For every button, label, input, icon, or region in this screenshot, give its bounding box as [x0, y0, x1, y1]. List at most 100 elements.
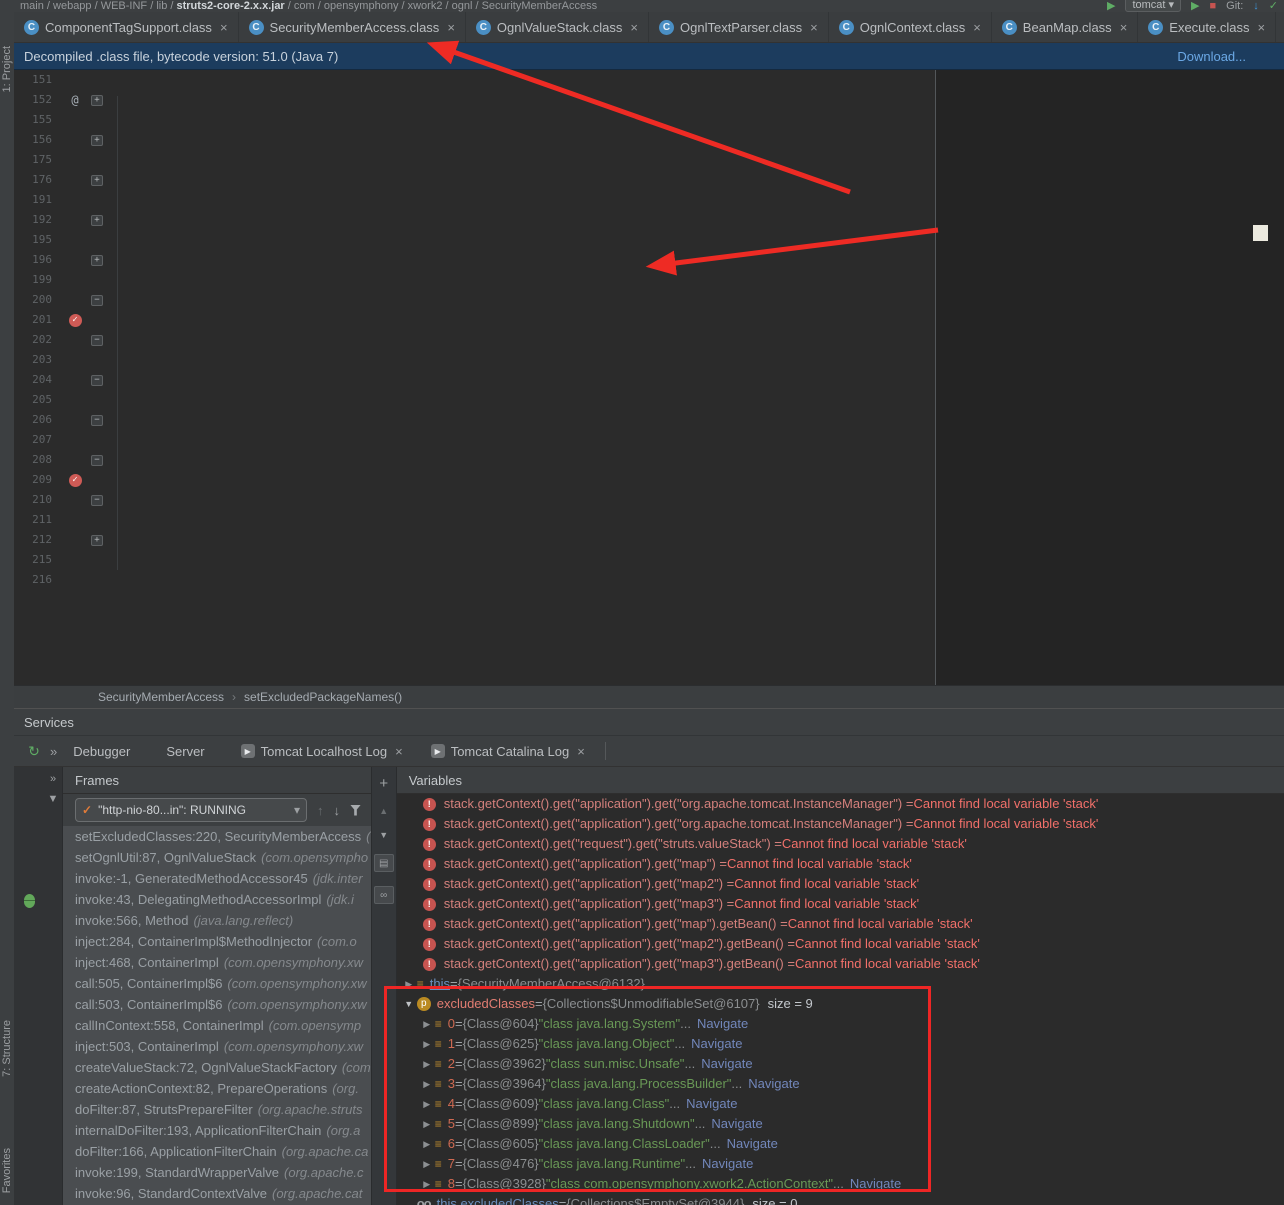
frame-row[interactable]: createActionContext:82, PrepareOperation…	[63, 1078, 371, 1099]
breakpoint-gutter-icon[interactable]	[62, 510, 88, 530]
tab-close-icon[interactable]: ×	[447, 20, 455, 35]
code-line[interactable]: 152	[14, 90, 1284, 110]
services-tab[interactable]: ▶ Tomcat Localhost Log ×	[229, 736, 415, 766]
code-text[interactable]	[106, 150, 1284, 170]
collection-item-row[interactable]: ▶ ≡ 6 = {Class@605} "class java.lang.Cla…	[397, 1134, 1284, 1154]
frame-row[interactable]: call:503, ContainerImpl$6 (com.opensympho…	[63, 994, 371, 1015]
code-line[interactable]: 205	[14, 390, 1284, 410]
code-line[interactable]: 199	[14, 270, 1284, 290]
code-line[interactable]: 151	[14, 70, 1284, 90]
code-text[interactable]	[106, 250, 1284, 270]
fold-marker-icon[interactable]	[88, 170, 106, 190]
line-number[interactable]: 156	[14, 130, 62, 150]
watch-error-row[interactable]: ! stack.getContext().get("application").…	[397, 914, 1284, 934]
tab-close-icon[interactable]: ×	[630, 20, 638, 35]
collapse-icon[interactable]: ▼	[48, 793, 59, 805]
code-text[interactable]	[106, 510, 1284, 530]
line-number[interactable]: 211	[14, 510, 62, 530]
collection-item-row[interactable]: ▶ ≡ 5 = {Class@899} "class java.lang.Shu…	[397, 1114, 1284, 1134]
line-number[interactable]: 196	[14, 250, 62, 270]
code-line[interactable]: 176	[14, 170, 1284, 190]
frame-row[interactable]: doFilter:166, ApplicationFilterChain (org…	[63, 1141, 371, 1162]
breakpoint-gutter-icon[interactable]	[62, 490, 88, 510]
breadcrumb[interactable]: main / webapp / WEB-INF / lib / struts2-…	[20, 0, 597, 12]
collection-item-row[interactable]: ▶ ≡ 3 = {Class@3964} "class java.lang.Pr…	[397, 1074, 1284, 1094]
breakpoint-gutter-icon[interactable]	[62, 70, 88, 90]
watch-error-row[interactable]: ! stack.getContext().get("application").…	[397, 874, 1284, 894]
code-text[interactable]	[106, 210, 1284, 230]
line-number[interactable]: 207	[14, 430, 62, 450]
tab-close-icon[interactable]: ×	[220, 20, 228, 35]
breakpoint-gutter-icon[interactable]	[62, 410, 88, 430]
line-number[interactable]: 175	[14, 150, 62, 170]
expand-arrow-icon[interactable]: ▶	[419, 1154, 435, 1174]
breakpoint-gutter-icon[interactable]	[62, 90, 88, 110]
editor-tab[interactable]: C BeanMap.class ×	[992, 12, 1139, 42]
code-line[interactable]: 210	[14, 490, 1284, 510]
code-line[interactable]: 155	[14, 110, 1284, 130]
code-text[interactable]	[106, 70, 1284, 90]
editor-tab[interactable]: C OgnlContext.class ×	[829, 12, 992, 42]
tool-window-button-project[interactable]: 1: Project	[1, 46, 13, 92]
line-number[interactable]: 215	[14, 550, 62, 570]
tab-close-icon[interactable]: ×	[810, 20, 818, 35]
frame-row[interactable]: doFilter:87, StrutsPrepareFilter (org.apa…	[63, 1099, 371, 1120]
navigate-link[interactable]: Navigate	[702, 1154, 753, 1174]
line-number[interactable]: 192	[14, 210, 62, 230]
navigate-link[interactable]: Navigate	[727, 1134, 778, 1154]
this-variable-row[interactable]: ▶ ≡ this = {SecurityMemberAccess@6132}	[397, 974, 1284, 994]
code-text[interactable]	[106, 490, 1284, 510]
line-number[interactable]: 195	[14, 230, 62, 250]
run-config-selector[interactable]: tomcat ▾	[1125, 0, 1182, 12]
code-text[interactable]	[106, 190, 1284, 210]
code-text[interactable]	[106, 290, 1284, 310]
editor-tab[interactable]: C OgnlValueStack.class ×	[466, 12, 649, 42]
breakpoint-gutter-icon[interactable]	[62, 370, 88, 390]
code-line[interactable]: 201	[14, 310, 1284, 330]
watch-error-row[interactable]: ! stack.getContext().get("application").…	[397, 954, 1284, 974]
breakpoint-gutter-icon[interactable]	[62, 250, 88, 270]
frame-row[interactable]: call:505, ContainerImpl$6 (com.opensympho…	[63, 973, 371, 994]
code-text[interactable]	[106, 410, 1284, 430]
services-tab[interactable]: ▶ Tomcat Catalina Log ×	[419, 736, 597, 766]
code-text[interactable]	[106, 390, 1284, 410]
line-number[interactable]: 202	[14, 330, 62, 350]
breakpoint-gutter-icon[interactable]	[62, 470, 88, 490]
next-frame-icon[interactable]: ↓	[334, 803, 341, 818]
breakpoint-gutter-icon[interactable]	[62, 170, 88, 190]
code-line[interactable]: 204	[14, 370, 1284, 390]
code-editor[interactable]: 151 152 155 156 175	[14, 70, 1284, 685]
watch-error-row[interactable]: ! stack.getContext().get("application").…	[397, 854, 1284, 874]
code-line[interactable]: 196	[14, 250, 1284, 270]
frame-row[interactable]: invoke:96, StandardContextValve (org.apac…	[63, 1183, 371, 1204]
code-line[interactable]: 200	[14, 290, 1284, 310]
collapse-arrow-icon[interactable]: ▼	[401, 994, 417, 1014]
code-text[interactable]	[106, 310, 1284, 330]
download-sources-link[interactable]: Download...	[1177, 49, 1246, 64]
scroll-up-icon[interactable]: ▲	[379, 806, 388, 816]
line-number[interactable]: 200	[14, 290, 62, 310]
watches-glasses-icon[interactable]: ∞	[373, 886, 394, 904]
fold-marker-icon[interactable]	[88, 530, 106, 550]
frame-row[interactable]: inject:468, ContainerImpl (com.opensympho…	[63, 952, 371, 973]
frame-row[interactable]: inject:503, ContainerImpl (com.opensympho…	[63, 1036, 371, 1057]
tab-close-icon[interactable]: ×	[973, 20, 981, 35]
fold-marker-icon[interactable]	[88, 410, 106, 430]
line-number[interactable]: 199	[14, 270, 62, 290]
watch-error-row[interactable]: ! stack.getContext().get("application").…	[397, 814, 1284, 834]
expand-arrow-icon[interactable]: ▶	[419, 1114, 435, 1134]
code-line[interactable]: 209	[14, 470, 1284, 490]
run-icon[interactable]: ▶	[1107, 0, 1115, 12]
fold-marker-icon[interactable]	[88, 370, 106, 390]
navigate-link[interactable]: Navigate	[701, 1054, 752, 1074]
expand-arrow-icon[interactable]: ▶	[419, 1014, 435, 1034]
code-line[interactable]: 211	[14, 510, 1284, 530]
expand-arrow-icon[interactable]: ▶	[419, 1034, 435, 1054]
breakpoint-gutter-icon[interactable]	[62, 270, 88, 290]
code-text[interactable]	[106, 90, 1284, 110]
code-line[interactable]: 207	[14, 430, 1284, 450]
scroll-down-icon[interactable]: ▼	[379, 830, 388, 840]
stop-icon-top[interactable]: ■	[1210, 0, 1217, 12]
code-text[interactable]	[106, 570, 1284, 590]
breakpoint-gutter-icon[interactable]	[62, 230, 88, 250]
